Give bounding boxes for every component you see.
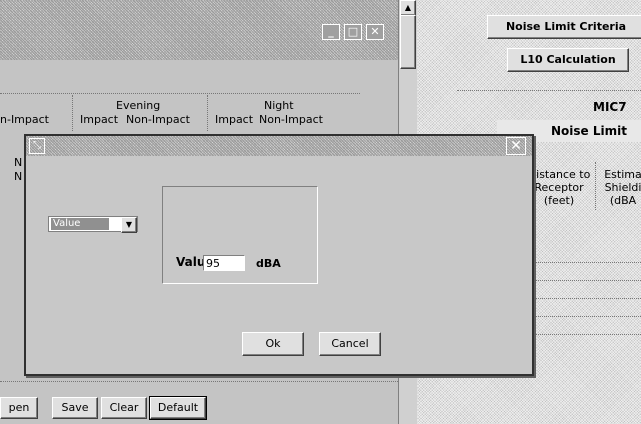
default-button[interactable]: Default <box>149 396 207 420</box>
value-input[interactable] <box>203 255 245 271</box>
maximize-button[interactable]: □ <box>344 24 362 40</box>
group-header-evening: Evening <box>116 99 161 112</box>
table-top-rule <box>0 93 360 94</box>
col-header-non-impact: Non-Impact <box>259 113 323 126</box>
close-window-button[interactable]: ✕ <box>366 24 384 40</box>
save-button[interactable]: Save <box>52 397 98 419</box>
dialog-icon: ⤡ <box>29 138 45 154</box>
background-window-titlebar: _ □ ✕ <box>0 0 398 60</box>
row-fragment: N <box>14 170 23 183</box>
col-header-impact: Impact <box>80 113 119 126</box>
col-header-impact: Impact <box>215 113 254 126</box>
estimated-shielding-header: Estima Shieldi (dBA <box>604 168 641 207</box>
clear-button[interactable]: Clear <box>101 397 147 419</box>
open-button[interactable]: pen <box>0 397 38 419</box>
value-type-select[interactable]: Value ▼ <box>48 216 138 233</box>
value-dialog: ⤡ ✕ Value ▼ Value = dBA Ok Cancel <box>24 134 534 376</box>
receptor-label: MIC7 <box>593 100 627 114</box>
selected-option: Value <box>51 218 109 230</box>
distance-to-receptor-header: Distance to Receptor (feet) <box>527 168 591 207</box>
unit-label: dBA <box>256 257 281 270</box>
l10-calculation-button[interactable]: L10 Calculation <box>507 48 629 72</box>
noise-limit-criteria-button[interactable]: Noise Limit Criteria <box>487 15 641 39</box>
col-divider <box>72 95 73 131</box>
col-divider <box>595 162 596 210</box>
cancel-button[interactable]: Cancel <box>319 332 381 356</box>
minimize-button[interactable]: _ <box>322 24 340 40</box>
col-header-non-impact: n-Impact <box>0 113 49 126</box>
scroll-thumb[interactable] <box>400 15 416 69</box>
col-header-non-impact: Non-Impact <box>126 113 190 126</box>
noise-limit-label: Noise Limit <box>551 124 627 138</box>
row-fragment: N <box>14 156 23 169</box>
dialog-titlebar[interactable]: ⤡ ✕ <box>26 136 532 156</box>
scroll-up-arrow-icon[interactable]: ▲ <box>400 0 416 16</box>
row-rule <box>527 280 641 281</box>
footer-rule <box>0 381 398 382</box>
group-header-night: Night <box>264 99 294 112</box>
chevron-down-icon[interactable]: ▼ <box>121 217 137 233</box>
dialog-close-button[interactable]: ✕ <box>506 137 526 155</box>
row-rule <box>527 316 641 317</box>
col-divider <box>207 95 208 131</box>
ok-button[interactable]: Ok <box>242 332 304 356</box>
row-rule <box>527 262 641 263</box>
row-rule <box>527 334 641 335</box>
row-rule <box>527 298 641 299</box>
panel-rule <box>457 90 641 91</box>
